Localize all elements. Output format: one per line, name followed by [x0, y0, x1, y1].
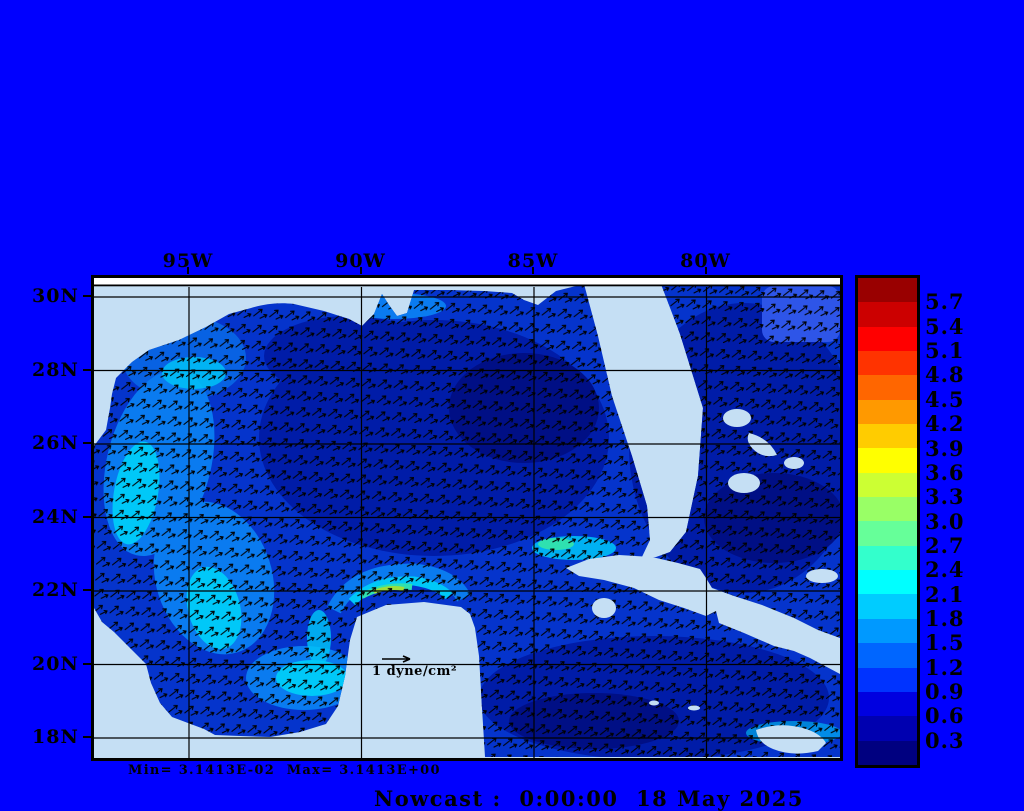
colorbar-segment	[858, 326, 917, 352]
lat-tick	[83, 442, 91, 444]
colorbar-segment	[858, 643, 917, 668]
lat-tick	[83, 295, 91, 297]
colorbar	[855, 275, 920, 768]
colorbar-tick-label: 3.0	[925, 508, 965, 534]
plot-canvas: { "colors": { "background": "#0000FF", "…	[0, 0, 1024, 811]
reference-vector-label: 1 dyne/cm²	[372, 664, 458, 679]
map-plot-area	[91, 275, 843, 761]
lat-tick	[83, 515, 91, 518]
colorbar-segment	[858, 545, 917, 571]
lat-tick	[83, 736, 91, 738]
colorbar-segment	[858, 448, 917, 473]
lat-tick	[83, 368, 91, 371]
colorbar-segment	[858, 618, 917, 644]
lat-label-24n: 24N	[32, 505, 79, 528]
small-cay	[800, 745, 812, 751]
colorbar-labels: 5.7 5.4 5.1 4.8 4.5 4.2 3.9 3.6 3.3 3.0 2.7 2.4 2.1 1…	[925, 275, 995, 768]
colorbar-tick-label: 4.8	[925, 362, 965, 388]
lat-label-26n: 26N	[32, 432, 79, 454]
colorbar-tick-label: 1.5	[925, 630, 965, 656]
isla-juventud	[592, 598, 616, 618]
gulf-of-mexico-vector-map	[94, 278, 840, 758]
lon-label-85w: 85W	[507, 250, 559, 272]
colorbar-segment	[858, 302, 917, 327]
colorbar-segment	[858, 278, 917, 303]
colorbar-tick-label: 4.5	[925, 386, 965, 412]
colorbar-segment	[858, 521, 917, 546]
colorbar-segment	[858, 716, 917, 741]
florida-keys	[637, 563, 655, 569]
colorbar-segment	[858, 570, 917, 595]
colorbar-tick-label: 5.1	[925, 338, 965, 364]
colorbar-tick-label: 3.9	[925, 435, 965, 461]
colorbar-tick-label: 2.1	[925, 581, 965, 607]
colorbar-segment	[858, 497, 917, 522]
colorbar-segment	[858, 351, 917, 376]
colorbar-tick-label: 0.3	[925, 727, 965, 753]
lon-label-95w: 95W	[162, 250, 214, 272]
min-max-annotation: Min= 3.1413E-02 Max= 3.1413E+00	[128, 763, 441, 778]
colorbar-tick-label: 5.4	[925, 313, 965, 339]
domain-gap-strip	[94, 278, 840, 285]
lat-label-20n: 20N	[32, 652, 79, 675]
bahamas-bank	[723, 409, 751, 427]
bahamas-bank	[806, 569, 838, 583]
colorbar-tick-label: 2.4	[925, 557, 965, 583]
lat-label-18n: 18N	[32, 726, 79, 748]
lat-tick	[83, 589, 91, 591]
lat-label-30n: 30N	[32, 285, 79, 307]
bahamas-bank	[728, 473, 760, 493]
colorbar-segment	[858, 594, 917, 619]
nowcast-timestamp: Nowcast : 0:00:00 18 May 2025	[374, 786, 804, 811]
colorbar-segment	[858, 691, 917, 717]
colorbar-tick-label: 1.8	[925, 605, 965, 631]
colorbar-tick-label: 2.7	[925, 532, 965, 558]
colorbar-tick-label: 0.9	[925, 679, 965, 704]
colorbar-tick-label: 3.6	[925, 459, 965, 485]
lon-label-90w: 90W	[335, 250, 386, 272]
colorbar-segment	[858, 472, 917, 498]
cayman-island	[688, 705, 700, 711]
colorbar-segment	[858, 667, 917, 692]
lat-label-28n: 28N	[32, 358, 79, 381]
lon-label-80w: 80W	[680, 250, 731, 272]
colorbar-tick-label: 0.6	[925, 703, 965, 729]
colorbar-segment	[858, 424, 917, 449]
lat-tick	[83, 662, 91, 665]
colorbar-segment	[858, 399, 917, 425]
colorbar-tick-label: 5.7	[925, 289, 965, 315]
colorbar-tick-label: 3.3	[925, 484, 965, 510]
domain-boundary-line	[94, 284, 840, 287]
colorbar-segment	[858, 375, 917, 400]
colorbar-tick-label: 4.2	[925, 411, 965, 437]
lat-label-22n: 22N	[32, 579, 79, 601]
colorbar-segment	[858, 740, 917, 765]
cayman-island	[649, 700, 659, 706]
bahamas-bank	[784, 457, 804, 469]
colorbar-tick-label: 1.2	[925, 654, 965, 680]
